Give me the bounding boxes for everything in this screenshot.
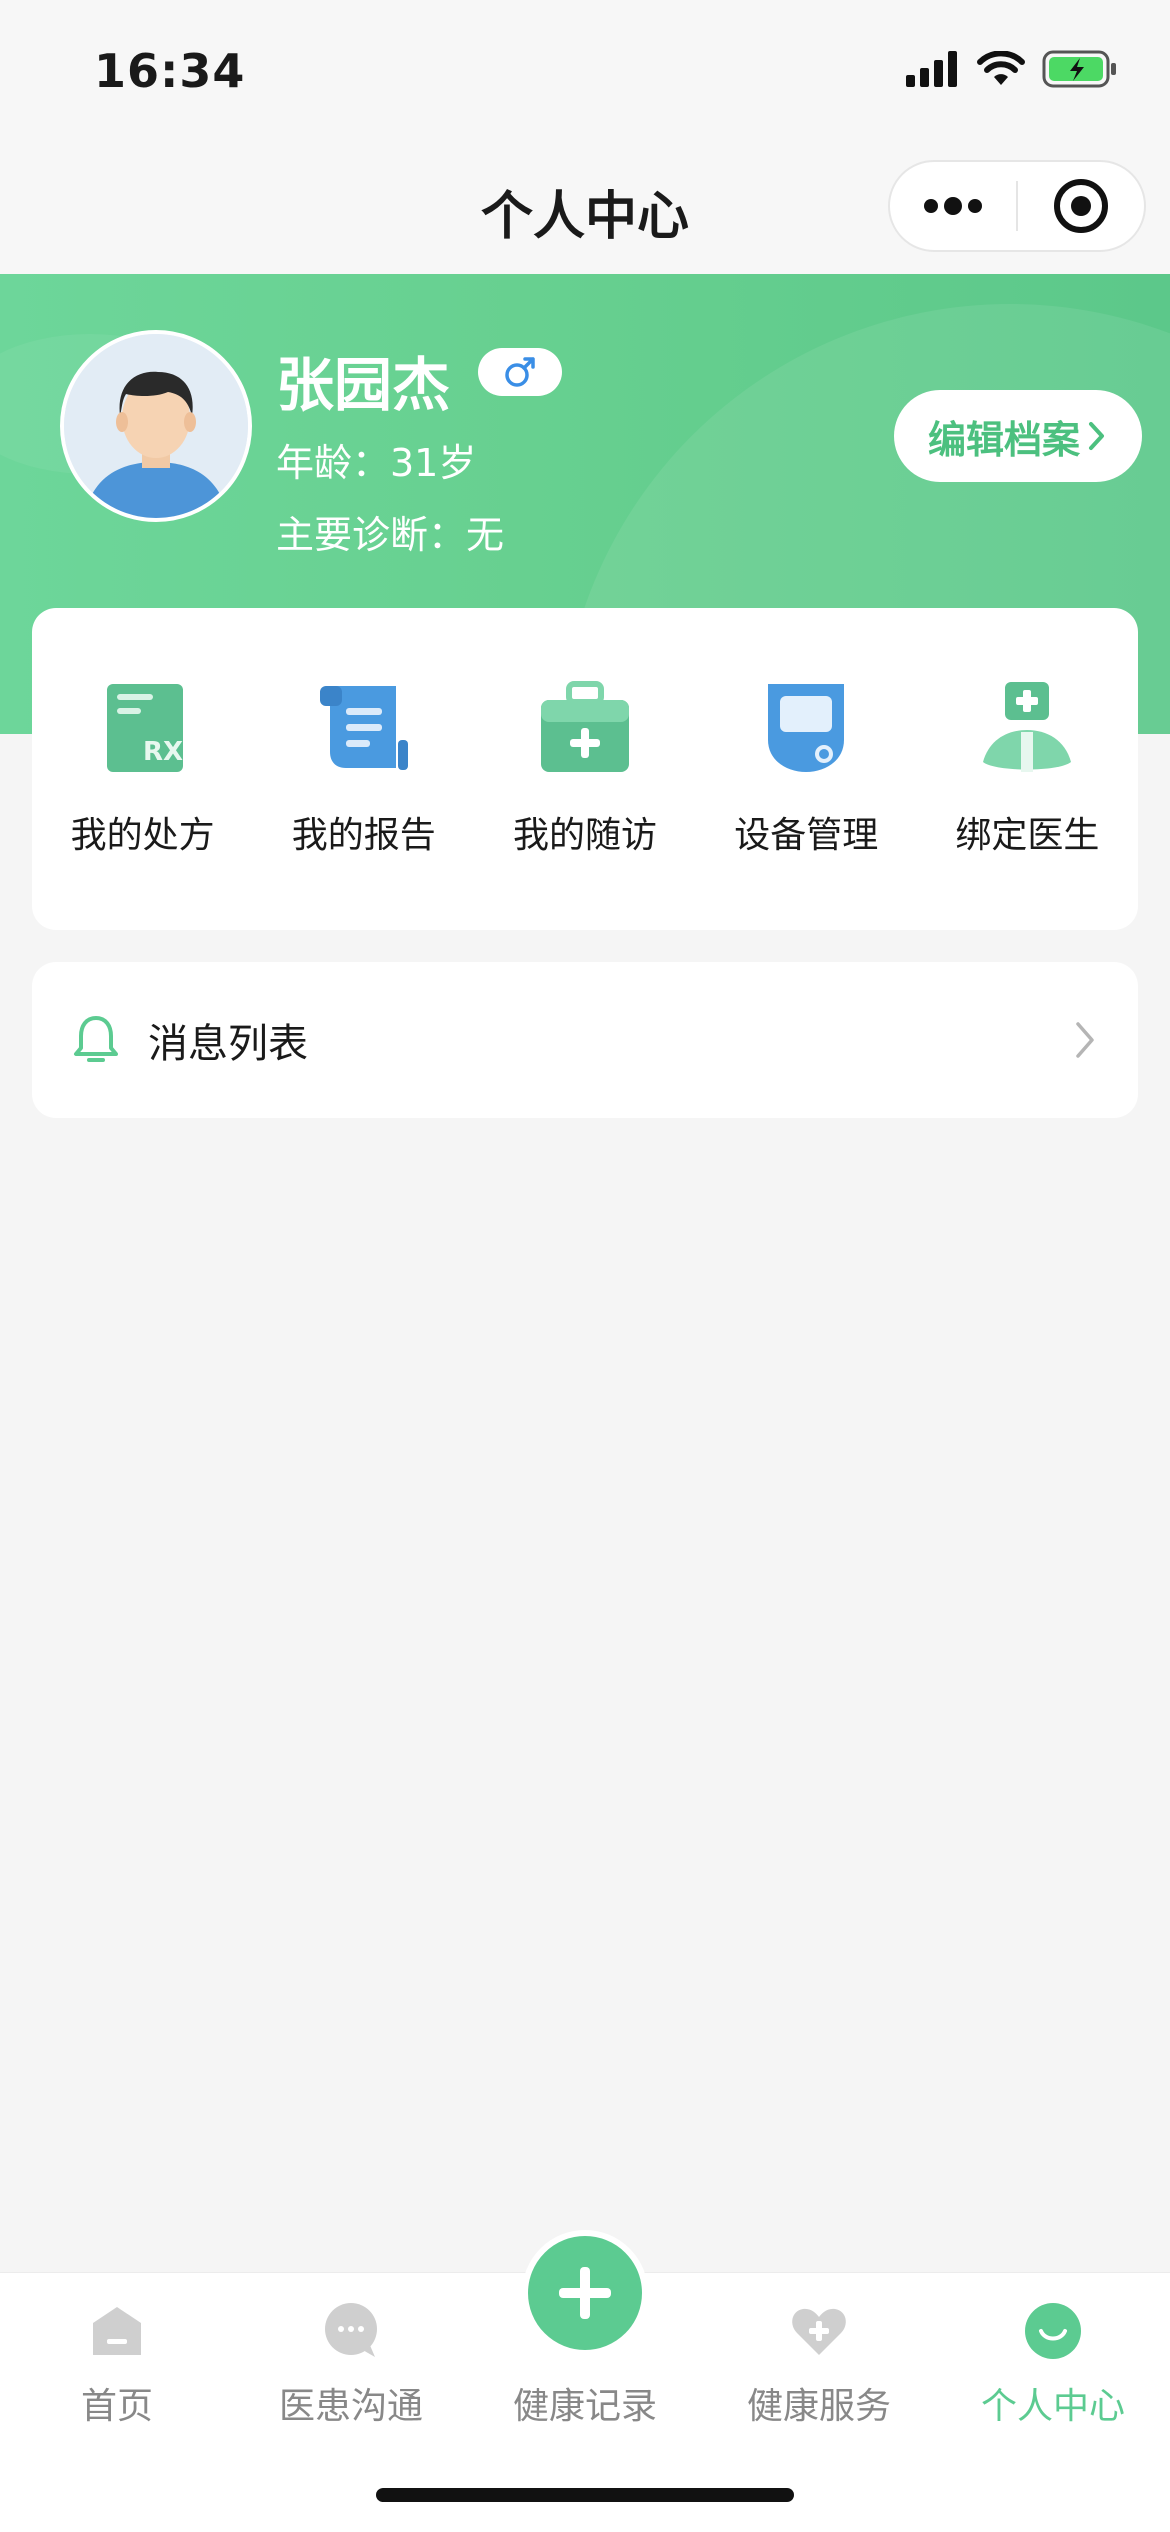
avatar-illustration xyxy=(64,334,248,518)
tab-label: 健康服务 xyxy=(746,2386,891,2427)
nav-bar: 个人中心 xyxy=(0,140,1170,274)
tab-label: 健康记录 xyxy=(512,2386,657,2427)
func-label: 绑定医生 xyxy=(955,815,1100,856)
prescription-icon: RX xyxy=(106,684,183,772)
edit-profile-button[interactable]: 编辑档案 xyxy=(894,390,1142,482)
avatar[interactable] xyxy=(60,330,252,522)
user-age: 年龄：31岁 xyxy=(276,441,477,485)
device-icon xyxy=(768,684,845,772)
svg-text:RX: RX xyxy=(143,737,183,767)
heart-plus-icon xyxy=(792,2308,846,2355)
user-name: 张园杰 xyxy=(276,351,451,419)
report-icon xyxy=(319,686,408,770)
func-label: 我的报告 xyxy=(291,815,436,856)
tab-profile[interactable]: 个人中心 xyxy=(936,2273,1170,2433)
chevron-right-icon xyxy=(1089,422,1104,450)
male-icon xyxy=(505,357,535,387)
func-bind-doctor[interactable]: 绑定医生 xyxy=(917,608,1138,930)
bell-icon xyxy=(74,1016,118,1062)
battery-icon xyxy=(1042,50,1116,88)
tab-health-service[interactable]: 健康服务 xyxy=(702,2273,936,2433)
func-follow-up[interactable]: 我的随访 xyxy=(474,608,695,930)
profile-icon xyxy=(1025,2303,1081,2359)
user-diagnosis: 主要诊断：无 xyxy=(276,513,505,557)
gender-badge xyxy=(478,348,562,396)
chevron-right-icon xyxy=(1076,1022,1094,1058)
follow-up-icon xyxy=(541,681,629,772)
tab-label: 个人中心 xyxy=(980,2386,1125,2427)
more-button[interactable] xyxy=(890,162,1016,250)
func-label: 我的处方 xyxy=(70,815,215,856)
func-device[interactable]: 设备管理 xyxy=(696,608,917,930)
status-icons xyxy=(906,50,1118,88)
home-indicator xyxy=(376,2488,794,2502)
function-card: RX 我的处方 我的报告 我的随访 设备管理 绑定医生 xyxy=(32,608,1138,930)
tab-chat[interactable]: 医患沟通 xyxy=(234,2273,468,2433)
more-icon xyxy=(924,197,982,215)
tab-home[interactable]: 首页 xyxy=(0,2273,234,2433)
chat-icon xyxy=(325,2303,377,2357)
status-time: 16:34 xyxy=(94,44,246,98)
doctor-icon xyxy=(983,682,1072,772)
plus-icon xyxy=(559,2267,611,2319)
tab-label: 首页 xyxy=(80,2386,153,2427)
message-list-label: 消息列表 xyxy=(148,1021,308,1067)
func-report[interactable]: 我的报告 xyxy=(253,608,474,930)
add-record-button[interactable] xyxy=(522,2230,648,2356)
status-bar: 16:34 xyxy=(0,0,1170,140)
func-label: 我的随访 xyxy=(513,815,658,856)
close-program-button[interactable] xyxy=(1018,162,1144,250)
mini-program-capsule xyxy=(888,160,1146,252)
home-icon xyxy=(93,2307,141,2355)
edit-profile-label: 编辑档案 xyxy=(927,417,1080,462)
wifi-icon xyxy=(977,51,1025,85)
tab-label: 医患沟通 xyxy=(278,2386,423,2427)
message-list-row[interactable]: 消息列表 xyxy=(32,962,1138,1118)
func-label: 设备管理 xyxy=(734,815,879,856)
target-icon xyxy=(1054,179,1108,233)
func-prescription[interactable]: RX 我的处方 xyxy=(32,608,253,930)
signal-icon xyxy=(906,51,957,87)
